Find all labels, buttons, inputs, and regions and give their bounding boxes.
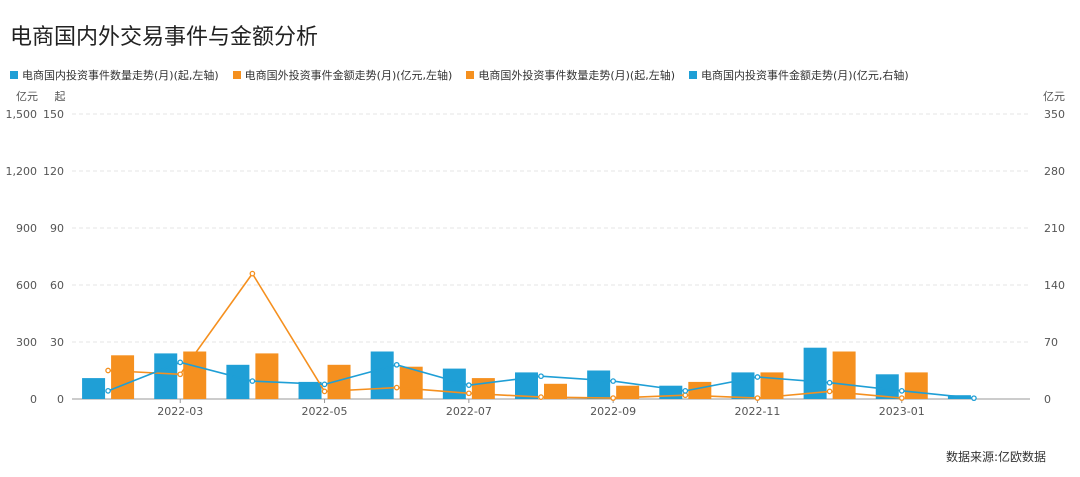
chart-plot: 1,500 150 350 1,200 120 280 900 90 210 600 60 140 30…: [6, 90, 1066, 418]
x-tick-label: 2022-07: [446, 405, 492, 418]
right-tick-label: 280: [1044, 165, 1065, 178]
left-outer-tick-label: 300: [16, 336, 37, 349]
left-outer-tick-label: 0: [30, 393, 37, 406]
point-foreign-amount: [538, 394, 544, 400]
x-tick-label: 2023-01: [879, 405, 925, 418]
point-domestic-amount: [465, 382, 472, 389]
point-domestic-amount: [177, 359, 184, 366]
bar-foreign-count: [471, 378, 495, 399]
point-domestic-amount: [249, 378, 256, 384]
left-inner-tick-label: 120: [43, 165, 64, 178]
point-domestic-amount: [754, 374, 761, 380]
right-tick-label: 140: [1044, 279, 1065, 292]
right-tick-label: 0: [1044, 393, 1051, 406]
bar-domestic-count: [587, 370, 611, 399]
right-unit-label: 亿元: [1043, 90, 1065, 103]
point-domestic-amount: [538, 373, 544, 380]
left-inner-unit-label: 起: [55, 90, 66, 103]
bar-domestic-count: [731, 372, 755, 399]
source-note: 数据来源:亿欧数据: [945, 450, 1046, 464]
point-domestic-amount: [610, 378, 617, 384]
point-domestic-amount: [105, 388, 111, 394]
point-domestic-amount: [393, 361, 400, 368]
point-foreign-amount: [177, 371, 184, 378]
point-foreign-amount: [898, 395, 905, 401]
left-outer-unit-label: 亿元: [16, 90, 38, 103]
left-inner-tick-label: 60: [50, 279, 64, 292]
bar-domestic-count: [82, 378, 106, 399]
left-inner-tick-label: 0: [57, 393, 64, 406]
left-outer-tick-label: 900: [16, 222, 37, 235]
right-tick-label: 350: [1044, 108, 1065, 121]
bar-foreign-count: [111, 355, 135, 399]
left-outer-tick-label: 600: [16, 279, 37, 292]
point-foreign-amount: [393, 384, 400, 391]
point-domestic-amount: [682, 388, 689, 394]
right-tick-label: 70: [1044, 336, 1058, 349]
point-foreign-amount: [826, 388, 833, 395]
bar-foreign-count: [183, 351, 207, 399]
bar-foreign-count: [255, 353, 279, 399]
left-inner-tick-label: 90: [50, 222, 64, 235]
point-foreign-amount: [754, 395, 761, 401]
point-domestic-amount: [971, 395, 977, 402]
x-tick-label: 2022-05: [302, 405, 348, 418]
x-tick-label: 2022-03: [157, 405, 203, 418]
right-tick-label: 210: [1044, 222, 1065, 235]
point-foreign-amount: [105, 367, 111, 374]
left-inner-tick-label: 30: [50, 336, 64, 349]
point-domestic-amount: [826, 379, 833, 386]
bar-domestic-count: [370, 351, 394, 399]
bar-domestic-count: [226, 364, 250, 399]
bar-foreign-count: [904, 372, 928, 399]
x-tick-label: 2022-11: [734, 405, 780, 418]
left-outer-tick-label: 1,200: [6, 165, 38, 178]
bar-domestic-count: [154, 353, 178, 399]
point-domestic-amount: [898, 388, 905, 394]
bar-foreign-count: [760, 372, 784, 399]
x-tick-label: 2022-09: [590, 405, 636, 418]
point-foreign-amount: [465, 390, 472, 397]
left-outer-tick-label: 1,500: [6, 108, 38, 121]
left-inner-tick-label: 150: [43, 108, 64, 121]
point-foreign-amount: [321, 388, 328, 395]
point-foreign-amount: [610, 395, 617, 401]
point-foreign-amount: [249, 270, 256, 277]
point-domestic-amount: [321, 381, 328, 388]
